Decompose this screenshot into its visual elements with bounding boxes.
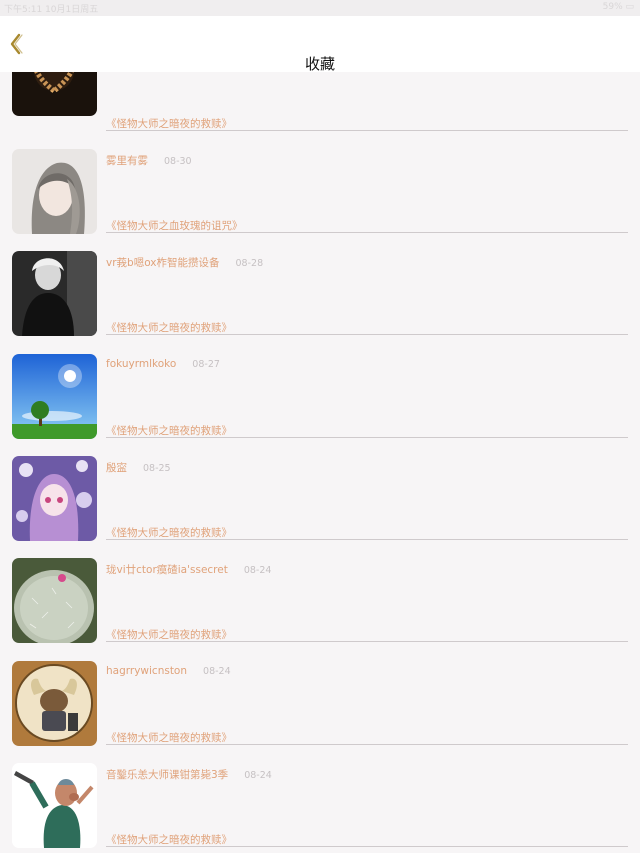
item-title[interactable]: 《怪物大师之暗夜的救赎》 <box>106 320 232 335</box>
item-date: 08-25 <box>143 463 171 474</box>
thumbnail-viking-badge <box>12 661 97 746</box>
divider <box>106 846 628 847</box>
thumbnail-heart-candles <box>12 72 97 116</box>
divider <box>106 539 628 540</box>
divider <box>106 437 628 438</box>
item-user[interactable]: 雾里有雾 08-30 <box>106 153 192 168</box>
item-title[interactable]: 《怪物大师之暗夜的救赎》 <box>106 627 232 642</box>
thumbnail-anime-girl-grey <box>12 149 97 234</box>
user-name[interactable]: 音鑿乐恙大师课钳第毙3季 <box>106 769 228 781</box>
item-user[interactable]: fokuyrmlkoko 08-27 <box>106 358 220 370</box>
thumbnail-cactus <box>12 558 97 643</box>
divider <box>106 641 628 642</box>
page-title: 收藏 <box>304 55 335 73</box>
status-bar: 下午5:11 10月1日周五 59% ▭ <box>0 0 640 16</box>
item-title[interactable]: 《怪物大师之血玫瑰的诅咒》 <box>106 218 243 233</box>
divider <box>106 232 628 233</box>
item-user[interactable]: 殷寍 08-25 <box>106 460 171 475</box>
item-user[interactable]: 珑vi廿ctor瘼碴ia'ssecret 08-24 <box>106 562 271 577</box>
list-item[interactable]: fokuyrmlkoko 08-27 《怪物大师之暗夜的救赎》 <box>0 354 640 456</box>
thumbnail-bw-portrait <box>12 251 97 336</box>
list-item[interactable]: 音鑿乐恙大师课钳第毙3季 08-24 《怪物大师之暗夜的救赎》 <box>0 763 640 853</box>
list-item[interactable]: vr莪b嗯ox柞智能攒设备 08-28 《怪物大师之暗夜的救赎》 <box>0 251 640 353</box>
thumbnail-sky-tree <box>12 354 97 439</box>
divider <box>106 744 628 745</box>
list-item[interactable]: 《怪物大师之暗夜的救赎》 <box>0 72 640 131</box>
user-name[interactable]: fokuyrmlkoko <box>106 358 176 370</box>
user-name[interactable]: 殷寍 <box>106 462 127 474</box>
item-date: 08-30 <box>164 156 192 167</box>
divider <box>106 334 628 335</box>
thumbnail-cartoon-man <box>12 763 97 848</box>
item-user[interactable]: vr莪b嗯ox柞智能攒设备 08-28 <box>106 255 263 270</box>
chevron-left-icon <box>10 33 23 55</box>
user-name[interactable]: 珑vi廿ctor瘼碴ia'ssecret <box>106 564 228 576</box>
list-item[interactable]: 珑vi廿ctor瘼碴ia'ssecret 08-24 《怪物大师之暗夜的救赎》 <box>0 558 640 660</box>
item-title[interactable]: 《怪物大师之暗夜的救赎》 <box>106 525 232 540</box>
item-date: 08-28 <box>235 258 264 269</box>
item-user[interactable]: 音鑿乐恙大师课钳第毙3季 08-24 <box>106 767 272 782</box>
user-name[interactable]: vr莪b嗯ox柞智能攒设备 <box>106 257 220 269</box>
item-date: 08-24 <box>203 666 231 677</box>
list-item[interactable]: 雾里有雾 08-30 《怪物大师之血玫瑰的诅咒》 <box>0 149 640 251</box>
user-name[interactable]: 雾里有雾 <box>106 155 148 167</box>
item-date: 08-27 <box>192 359 220 370</box>
list-item[interactable]: 殷寍 08-25 《怪物大师之暗夜的救赎》 <box>0 456 640 558</box>
favorites-list[interactable]: 《怪物大师之暗夜的救赎》 雾里有雾 08-30 《怪物大师之血玫瑰的诅咒》 vr… <box>0 72 640 853</box>
item-title[interactable]: 《怪物大师之暗夜的救赎》 <box>106 423 232 438</box>
item-title[interactable]: 《怪物大师之暗夜的救赎》 <box>106 116 232 131</box>
item-date: 08-24 <box>244 770 272 781</box>
nav-bar: 收藏 <box>0 16 640 73</box>
item-date: 08-24 <box>243 565 272 576</box>
item-user[interactable]: hagrrywicnston 08-24 <box>106 665 231 677</box>
item-title[interactable]: 《怪物大师之暗夜的救赎》 <box>106 832 232 847</box>
user-name[interactable]: hagrrywicnston <box>106 665 187 677</box>
status-battery: 59% ▭ <box>602 2 634 12</box>
item-title[interactable]: 《怪物大师之暗夜的救赎》 <box>106 730 232 745</box>
divider <box>106 130 628 131</box>
list-item[interactable]: hagrrywicnston 08-24 《怪物大师之暗夜的救赎》 <box>0 661 640 763</box>
thumbnail-anime-girl-flowers <box>12 456 97 541</box>
status-time: 下午5:11 10月1日周五 <box>4 5 99 15</box>
